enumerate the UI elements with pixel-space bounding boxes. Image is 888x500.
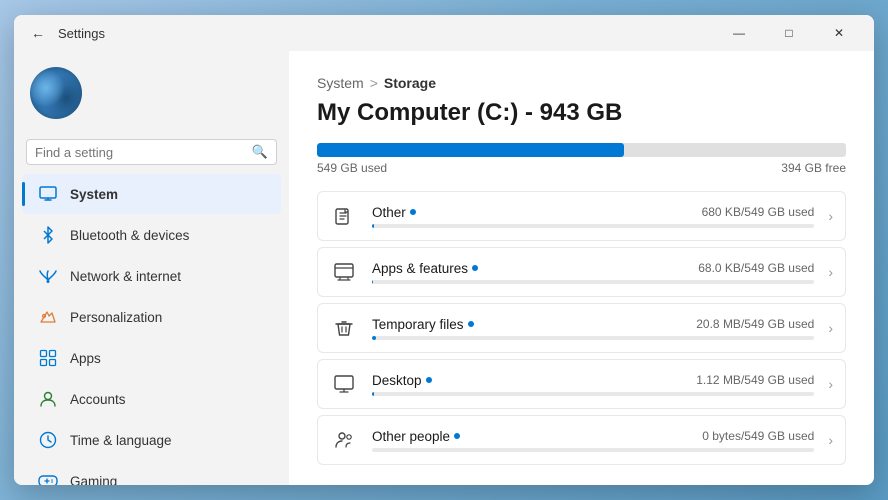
other-people-icon [330, 426, 358, 454]
apps-icon [38, 348, 58, 368]
chevron-right-icon: › [828, 432, 833, 448]
breadcrumb-current: Storage [384, 75, 436, 91]
content-area: System > Storage My Computer (C:) - 943 … [289, 51, 874, 485]
personalization-icon [38, 307, 58, 327]
time-icon [38, 430, 58, 450]
other-content: Other 680 KB/549 GB used [372, 205, 814, 228]
main-layout: 🔍 System [14, 51, 874, 485]
sidebar-item-label: Personalization [70, 310, 162, 325]
sidebar-item-label: Bluetooth & devices [70, 228, 189, 243]
temp-bar [372, 336, 814, 340]
sidebar-item-apps[interactable]: Apps [22, 338, 281, 378]
storage-bar [317, 143, 846, 157]
storage-labels: 549 GB used 394 GB free [317, 161, 846, 175]
storage-items-list: Other 680 KB/549 GB used › [317, 191, 846, 465]
sidebar-item-system[interactable]: System [22, 174, 281, 214]
maximize-button[interactable]: □ [766, 17, 812, 49]
close-button[interactable]: ✕ [816, 17, 862, 49]
temp-content: Temporary files 20.8 MB/549 GB used [372, 317, 814, 340]
sidebar-item-label: Apps [70, 351, 101, 366]
storage-bar-fill [317, 143, 624, 157]
sidebar: 🔍 System [14, 51, 289, 485]
item-indicator [468, 321, 474, 327]
sidebar-item-gaming[interactable]: Gaming [22, 461, 281, 485]
desktop-name: Desktop [372, 373, 432, 388]
storage-item-desktop[interactable]: Desktop 1.12 MB/549 GB used › [317, 359, 846, 409]
sidebar-item-label: Time & language [70, 433, 172, 448]
bluetooth-icon [38, 225, 58, 245]
apps-features-size: 68.0 KB/549 GB used [698, 261, 814, 275]
temp-icon [330, 314, 358, 342]
storage-bar-container [317, 143, 846, 157]
temp-name: Temporary files [372, 317, 474, 332]
avatar [30, 67, 82, 119]
user-profile [14, 59, 289, 135]
other-people-name: Other people [372, 429, 460, 444]
sidebar-item-label: Accounts [70, 392, 126, 407]
item-indicator [454, 433, 460, 439]
apps-features-bar [372, 280, 814, 284]
breadcrumb-parent: System [317, 75, 364, 91]
other-icon [330, 202, 358, 230]
chevron-right-icon: › [828, 376, 833, 392]
storage-used-label: 549 GB used [317, 161, 387, 175]
sidebar-item-label: Network & internet [70, 269, 181, 284]
window-title: Settings [58, 26, 105, 41]
item-indicator [426, 377, 432, 383]
other-name: Other [372, 205, 416, 220]
apps-features-content: Apps & features 68.0 KB/549 GB used [372, 261, 814, 284]
sidebar-nav: System Bluetooth & devices [14, 173, 289, 485]
sidebar-item-accounts[interactable]: Accounts [22, 379, 281, 419]
search-box[interactable]: 🔍 [26, 139, 277, 165]
sidebar-item-label: System [70, 187, 118, 202]
accounts-icon [38, 389, 58, 409]
settings-window: ← Settings — □ ✕ 🔍 [14, 15, 874, 485]
apps-features-icon [330, 258, 358, 286]
sidebar-item-personalization[interactable]: Personalization [22, 297, 281, 337]
sidebar-item-bluetooth[interactable]: Bluetooth & devices [22, 215, 281, 255]
desktop-bar [372, 392, 814, 396]
breadcrumb: System > Storage [317, 75, 846, 91]
page-title: My Computer (C:) - 943 GB [317, 99, 846, 127]
other-people-size: 0 bytes/549 GB used [702, 429, 814, 443]
other-size: 680 KB/549 GB used [702, 205, 815, 219]
sidebar-item-network[interactable]: Network & internet [22, 256, 281, 296]
search-icon: 🔍 [252, 144, 268, 160]
desktop-size: 1.12 MB/549 GB used [696, 373, 814, 387]
other-people-content: Other people 0 bytes/549 GB used [372, 429, 814, 452]
item-indicator [410, 209, 416, 215]
storage-item-other-people[interactable]: Other people 0 bytes/549 GB used › [317, 415, 846, 465]
window-controls: — □ ✕ [716, 17, 862, 49]
minimize-button[interactable]: — [716, 17, 762, 49]
chevron-right-icon: › [828, 208, 833, 224]
apps-features-name: Apps & features [372, 261, 478, 276]
titlebar: ← Settings — □ ✕ [14, 15, 874, 51]
back-button[interactable]: ← [26, 21, 50, 45]
item-indicator [472, 265, 478, 271]
storage-free-label: 394 GB free [781, 161, 846, 175]
system-icon [38, 184, 58, 204]
storage-item-apps-features[interactable]: Apps & features 68.0 KB/549 GB used › [317, 247, 846, 297]
storage-item-other[interactable]: Other 680 KB/549 GB used › [317, 191, 846, 241]
desktop-icon [330, 370, 358, 398]
gaming-icon [38, 471, 58, 485]
temp-size: 20.8 MB/549 GB used [696, 317, 814, 331]
search-input[interactable] [35, 145, 244, 160]
sidebar-item-time[interactable]: Time & language [22, 420, 281, 460]
other-bar [372, 224, 814, 228]
chevron-right-icon: › [828, 320, 833, 336]
network-icon [38, 266, 58, 286]
chevron-right-icon: › [828, 264, 833, 280]
storage-item-temp[interactable]: Temporary files 20.8 MB/549 GB used › [317, 303, 846, 353]
breadcrumb-arrow: > [370, 75, 378, 91]
sidebar-item-label: Gaming [70, 474, 117, 486]
desktop-content: Desktop 1.12 MB/549 GB used [372, 373, 814, 396]
other-people-bar [372, 448, 814, 452]
